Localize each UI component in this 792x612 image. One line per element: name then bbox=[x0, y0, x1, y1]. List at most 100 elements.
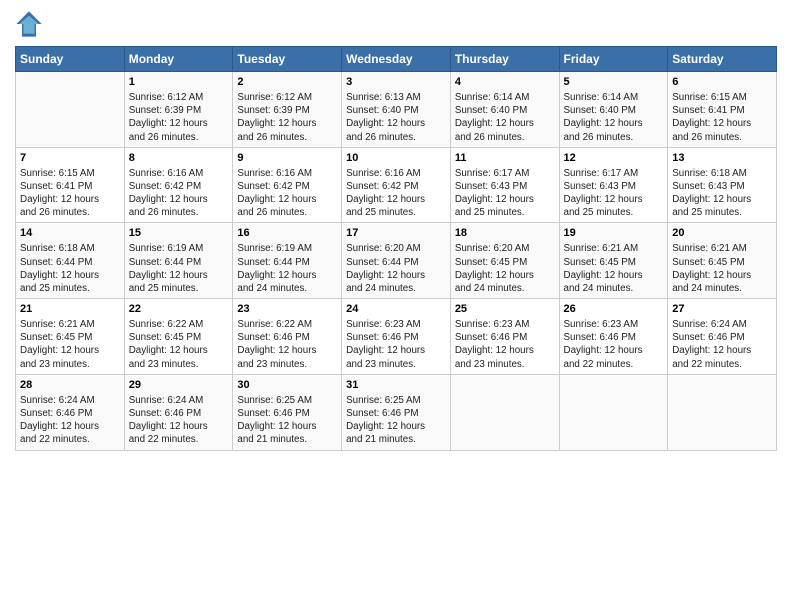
day-info: Sunrise: 6:14 AM Sunset: 6:40 PM Dayligh… bbox=[564, 91, 664, 144]
week-row-3: 14Sunrise: 6:18 AM Sunset: 6:44 PM Dayli… bbox=[16, 223, 777, 299]
week-row-5: 28 Sunrise: 6:24 AM Sunset: 6:46 PM Dayli… bbox=[16, 374, 777, 450]
day-cell: 5Sunrise: 6:14 AM Sunset: 6:40 PM Daylig… bbox=[559, 72, 668, 148]
day-number: 13 bbox=[672, 151, 772, 166]
day-info: Sunrise: 6:20 AM Sunset: 6:45 PM Dayligh… bbox=[455, 242, 555, 295]
day-info: Sunrise: 6:22 AM Sunset: 6:45 PM Dayligh… bbox=[129, 318, 229, 371]
day-number: 23 bbox=[237, 302, 337, 317]
day-cell: 1Sunrise: 6:12 AM Sunset: 6:39 PM Daylig… bbox=[124, 72, 233, 148]
day-number: 11 bbox=[455, 151, 555, 166]
day-info: Sunrise: 6:23 AM Sunset: 6:46 PM Dayligh… bbox=[455, 318, 555, 371]
col-header-tuesday: Tuesday bbox=[233, 47, 342, 72]
week-row-4: 21Sunrise: 6:21 AM Sunset: 6:45 PM Dayli… bbox=[16, 299, 777, 375]
week-row-1: 1Sunrise: 6:12 AM Sunset: 6:39 PM Daylig… bbox=[16, 72, 777, 148]
day-cell: 31Sunrise: 6:25 AM Sunset: 6:46 PM Dayli… bbox=[342, 374, 451, 450]
day-info: Sunrise: 6:23 AM Sunset: 6:46 PM Dayligh… bbox=[564, 318, 664, 371]
day-info: Sunrise: 6:24 AM Sunset: 6:46 PM Dayligh… bbox=[129, 394, 229, 447]
day-number: 10 bbox=[346, 151, 446, 166]
day-cell: 28Sunrise: 6:24 AM Sunset: 6:46 PM Dayli… bbox=[16, 374, 125, 450]
day-cell bbox=[16, 72, 125, 148]
day-number: 20 bbox=[672, 226, 772, 241]
day-cell: 12Sunrise: 6:17 AM Sunset: 6:43 PM Dayli… bbox=[559, 147, 668, 223]
day-number: 26 bbox=[564, 302, 664, 317]
day-cell: 25Sunrise: 6:23 AM Sunset: 6:46 PM Dayli… bbox=[450, 299, 559, 375]
header-row: SundayMondayTuesdayWednesdayThursdayFrid… bbox=[16, 47, 777, 72]
day-cell: 2Sunrise: 6:12 AM Sunset: 6:39 PM Daylig… bbox=[233, 72, 342, 148]
day-info: Sunrise: 6:13 AM Sunset: 6:40 PM Dayligh… bbox=[346, 91, 446, 144]
col-header-friday: Friday bbox=[559, 47, 668, 72]
day-info: Sunrise: 6:16 AM Sunset: 6:42 PM Dayligh… bbox=[346, 167, 446, 220]
day-number: 27 bbox=[672, 302, 772, 317]
day-number: 22 bbox=[129, 302, 229, 317]
day-number: 14 bbox=[20, 226, 120, 241]
day-info: Sunrise: 6:20 AM Sunset: 6:44 PM Dayligh… bbox=[346, 242, 446, 295]
day-cell: 16Sunrise: 6:19 AM Sunset: 6:44 PM Dayli… bbox=[233, 223, 342, 299]
day-info: Sunrise: 6:17 AM Sunset: 6:43 PM Dayligh… bbox=[564, 167, 664, 220]
day-info: Sunrise: 6:18 AM Sunset: 6:44 PM Dayligh… bbox=[20, 242, 120, 295]
day-cell: 6Sunrise: 6:15 AM Sunset: 6:41 PM Daylig… bbox=[668, 72, 777, 148]
day-info: Sunrise: 6:24 AM Sunset: 6:46 PM Dayligh… bbox=[672, 318, 772, 371]
logo bbox=[15, 10, 47, 38]
logo-icon bbox=[15, 10, 43, 38]
day-number: 12 bbox=[564, 151, 664, 166]
day-cell: 11Sunrise: 6:17 AM Sunset: 6:43 PM Dayli… bbox=[450, 147, 559, 223]
day-number: 30 bbox=[237, 378, 337, 393]
day-cell bbox=[559, 374, 668, 450]
day-info: Sunrise: 6:19 AM Sunset: 6:44 PM Dayligh… bbox=[237, 242, 337, 295]
day-info: Sunrise: 6:12 AM Sunset: 6:39 PM Dayligh… bbox=[129, 91, 229, 144]
day-cell: 15Sunrise: 6:19 AM Sunset: 6:44 PM Dayli… bbox=[124, 223, 233, 299]
day-number: 4 bbox=[455, 75, 555, 90]
day-cell: 13Sunrise: 6:18 AM Sunset: 6:43 PM Dayli… bbox=[668, 147, 777, 223]
calendar-table: SundayMondayTuesdayWednesdayThursdayFrid… bbox=[15, 46, 777, 451]
day-cell: 20Sunrise: 6:21 AM Sunset: 6:45 PM Dayli… bbox=[668, 223, 777, 299]
day-cell: 10Sunrise: 6:16 AM Sunset: 6:42 PM Dayli… bbox=[342, 147, 451, 223]
day-info: Sunrise: 6:16 AM Sunset: 6:42 PM Dayligh… bbox=[129, 167, 229, 220]
day-info: Sunrise: 6:17 AM Sunset: 6:43 PM Dayligh… bbox=[455, 167, 555, 220]
day-cell: 17Sunrise: 6:20 AM Sunset: 6:44 PM Dayli… bbox=[342, 223, 451, 299]
day-info: Sunrise: 6:19 AM Sunset: 6:44 PM Dayligh… bbox=[129, 242, 229, 295]
day-number: 15 bbox=[129, 226, 229, 241]
day-number: 5 bbox=[564, 75, 664, 90]
day-info: Sunrise: 6:16 AM Sunset: 6:42 PM Dayligh… bbox=[237, 167, 337, 220]
day-info: Sunrise: 6:21 AM Sunset: 6:45 PM Dayligh… bbox=[20, 318, 120, 371]
day-info: Sunrise: 6:25 AM Sunset: 6:46 PM Dayligh… bbox=[346, 394, 446, 447]
day-cell: 19Sunrise: 6:21 AM Sunset: 6:45 PM Dayli… bbox=[559, 223, 668, 299]
day-info: Sunrise: 6:15 AM Sunset: 6:41 PM Dayligh… bbox=[672, 91, 772, 144]
day-cell: 8Sunrise: 6:16 AM Sunset: 6:42 PM Daylig… bbox=[124, 147, 233, 223]
day-cell: 18Sunrise: 6:20 AM Sunset: 6:45 PM Dayli… bbox=[450, 223, 559, 299]
day-number: 7 bbox=[20, 151, 120, 166]
day-info: Sunrise: 6:22 AM Sunset: 6:46 PM Dayligh… bbox=[237, 318, 337, 371]
day-cell: 24Sunrise: 6:23 AM Sunset: 6:46 PM Dayli… bbox=[342, 299, 451, 375]
day-number: 21 bbox=[20, 302, 120, 317]
day-info: Sunrise: 6:25 AM Sunset: 6:46 PM Dayligh… bbox=[237, 394, 337, 447]
day-cell: 23Sunrise: 6:22 AM Sunset: 6:46 PM Dayli… bbox=[233, 299, 342, 375]
day-number: 31 bbox=[346, 378, 446, 393]
day-info: Sunrise: 6:18 AM Sunset: 6:43 PM Dayligh… bbox=[672, 167, 772, 220]
day-info: Sunrise: 6:15 AM Sunset: 6:41 PM Dayligh… bbox=[20, 167, 120, 220]
day-number: 17 bbox=[346, 226, 446, 241]
day-number: 6 bbox=[672, 75, 772, 90]
day-cell: 3Sunrise: 6:13 AM Sunset: 6:40 PM Daylig… bbox=[342, 72, 451, 148]
day-number: 1 bbox=[129, 75, 229, 90]
day-cell: 7Sunrise: 6:15 AM Sunset: 6:41 PM Daylig… bbox=[16, 147, 125, 223]
day-number: 9 bbox=[237, 151, 337, 166]
day-number: 16 bbox=[237, 226, 337, 241]
day-info: Sunrise: 6:21 AM Sunset: 6:45 PM Dayligh… bbox=[672, 242, 772, 295]
day-number: 8 bbox=[129, 151, 229, 166]
day-number: 24 bbox=[346, 302, 446, 317]
day-info: Sunrise: 6:14 AM Sunset: 6:40 PM Dayligh… bbox=[455, 91, 555, 144]
day-number: 19 bbox=[564, 226, 664, 241]
col-header-wednesday: Wednesday bbox=[342, 47, 451, 72]
day-number: 18 bbox=[455, 226, 555, 241]
day-number: 25 bbox=[455, 302, 555, 317]
day-info: Sunrise: 6:23 AM Sunset: 6:46 PM Dayligh… bbox=[346, 318, 446, 371]
day-number: 28 bbox=[20, 378, 120, 393]
day-cell: 22Sunrise: 6:22 AM Sunset: 6:45 PM Dayli… bbox=[124, 299, 233, 375]
day-cell: 4Sunrise: 6:14 AM Sunset: 6:40 PM Daylig… bbox=[450, 72, 559, 148]
week-row-2: 7Sunrise: 6:15 AM Sunset: 6:41 PM Daylig… bbox=[16, 147, 777, 223]
day-cell: 14Sunrise: 6:18 AM Sunset: 6:44 PM Dayli… bbox=[16, 223, 125, 299]
day-cell: 27Sunrise: 6:24 AM Sunset: 6:46 PM Dayli… bbox=[668, 299, 777, 375]
header bbox=[15, 10, 777, 38]
day-cell: 21Sunrise: 6:21 AM Sunset: 6:45 PM Dayli… bbox=[16, 299, 125, 375]
day-info: Sunrise: 6:21 AM Sunset: 6:45 PM Dayligh… bbox=[564, 242, 664, 295]
day-cell bbox=[668, 374, 777, 450]
